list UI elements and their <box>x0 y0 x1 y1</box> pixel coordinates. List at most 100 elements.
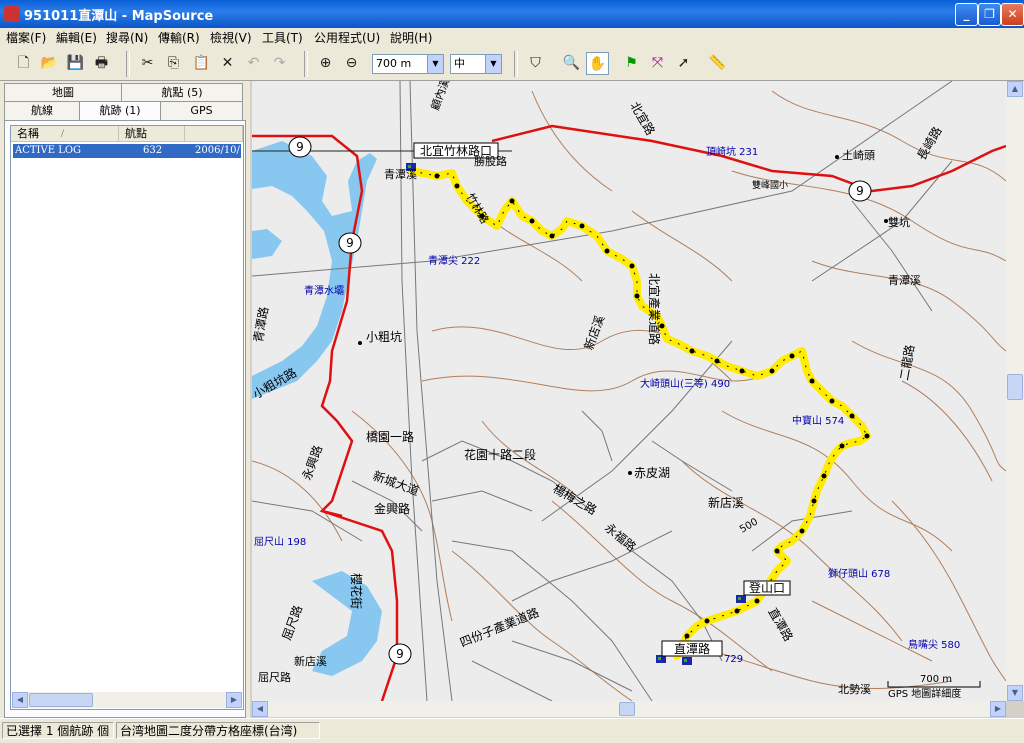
label-place: 土崎頭 <box>842 148 875 162</box>
menu-tools[interactable]: 工具(T) <box>262 29 303 46</box>
route-shield-9: 9 <box>346 236 354 250</box>
list-scroll-thumb[interactable] <box>29 693 93 707</box>
label-place: 赤皮湖 <box>634 465 670 480</box>
sort-arrow-icon: ∕ <box>61 129 65 139</box>
scroll-down-icon[interactable]: ▼ <box>1007 685 1023 701</box>
undo-icon[interactable]: ↶ <box>242 52 265 75</box>
label-school: 雙峰國小 <box>752 179 788 191</box>
chevron-down-icon[interactable]: ▼ <box>485 55 501 73</box>
open-folder-icon[interactable]: 📂 <box>38 52 61 75</box>
menu-utilities[interactable]: 公用程式(U) <box>314 29 380 46</box>
label-river: 北勢溪 <box>838 682 871 696</box>
label-peak: 獅仔頭山 678 <box>828 567 890 580</box>
menu-file[interactable]: 檔案(F) <box>6 29 46 46</box>
place-markers <box>358 155 888 475</box>
new-file-icon[interactable]: 🗋 <box>12 52 35 75</box>
label-road: 花園十路二段 <box>464 447 536 462</box>
boxed-labels: 北宜竹林路口 登山口 直潭路 <box>413 142 791 657</box>
tab-tracks[interactable]: 航跡 (1) <box>79 101 161 121</box>
track-name: ACTIVE LOG <box>15 145 82 156</box>
scroll-up-icon[interactable]: ▲ <box>1007 81 1023 97</box>
delete-icon[interactable]: ✕ <box>216 52 239 75</box>
zoom-out-icon[interactable]: ⊖ <box>340 52 363 75</box>
ruler-icon[interactable]: 📏 <box>706 52 729 75</box>
list-horizontal-scrollbar[interactable]: ◀ ▶ <box>12 692 242 708</box>
mapsource-app-icon <box>4 6 20 22</box>
detail-level-select[interactable]: 中 ▼ <box>450 54 502 74</box>
label-peak: 中寶山 574 <box>792 414 844 427</box>
tab-maps[interactable]: 地圖 <box>4 83 122 103</box>
label-contour: 500 <box>738 517 760 536</box>
zoom-tool-icon[interactable]: 🔍 <box>560 52 583 75</box>
label-peak: 大崎頭山(三等) 490 <box>640 377 730 390</box>
toolbar: 🗋 📂 💾 🖶 ✂ ⎘ 📋 ✕ ↶ ↷ ⊕ ⊖ 700 m ▼ 中 ▼ ⛉ 🔍 … <box>0 48 1024 81</box>
close-button[interactable]: ✕ <box>1001 3 1024 26</box>
map-horizontal-scrollbar[interactable]: ◀ ▶ <box>252 701 1006 717</box>
cut-icon[interactable]: ✂ <box>136 52 159 75</box>
chevron-down-icon[interactable]: ▼ <box>427 55 443 73</box>
label-road: 楊梅之路 <box>551 481 600 518</box>
map-view[interactable]: 9 9 9 9 北宜竹林路口 登山口 直潭路 青潭溪 竹林路 勝股路 青潭尖 2… <box>252 81 1006 701</box>
map-select-icon[interactable]: ⛉ <box>524 52 547 75</box>
column-header-name[interactable]: 名稱 ∕ <box>11 126 119 142</box>
route-shield-9: 9 <box>856 184 864 198</box>
label-peak: 729 <box>724 654 743 665</box>
label-road: 勝股路 <box>474 154 507 168</box>
route-tool-icon[interactable]: ⤧ <box>646 52 669 75</box>
menu-transfer[interactable]: 傳輸(R) <box>158 29 200 46</box>
map-canvas[interactable]: 9 9 9 9 北宜竹林路口 登山口 直潭路 青潭溪 竹林路 勝股路 青潭尖 2… <box>252 81 1006 701</box>
tab-gps[interactable]: GPS <box>160 101 243 121</box>
table-row[interactable]: ACTIVE LOG 632 2006/10/ <box>13 144 241 158</box>
column-header-date[interactable] <box>185 126 243 142</box>
waypoint-flag-icon[interactable]: ⚑ <box>620 52 643 75</box>
label-road: 新城大道 <box>371 468 421 499</box>
column-header-points[interactable]: 航點 <box>119 126 185 142</box>
map-vertical-scrollbar[interactable]: ▲ ▼ <box>1006 81 1024 701</box>
waypoint-flag-icons[interactable] <box>406 163 746 665</box>
label-river: 新店溪 <box>708 495 744 510</box>
minimize-button[interactable]: _ <box>955 3 978 26</box>
track-points <box>434 173 870 639</box>
map-hscroll-thumb[interactable] <box>619 702 635 716</box>
track-point-count: 632 <box>143 145 163 156</box>
scroll-right-icon[interactable]: ▶ <box>226 692 242 708</box>
label-place: 小粗坑 <box>366 329 402 344</box>
label-road: 青潭路 <box>252 305 271 343</box>
save-icon[interactable]: 💾 <box>64 52 87 75</box>
redo-icon[interactable]: ↷ <box>268 52 291 75</box>
label-trailhead: 登山口 <box>749 580 785 595</box>
paste-icon[interactable]: 📋 <box>190 52 213 75</box>
menu-edit[interactable]: 編輯(E) <box>56 29 97 46</box>
label-zhitan-road: 直潭路 <box>674 641 710 656</box>
route-shield-9: 9 <box>296 140 304 154</box>
menu-help[interactable]: 說明(H) <box>390 29 432 46</box>
label-river: 新店溪 <box>294 654 327 668</box>
zoom-in-icon[interactable]: ⊕ <box>314 52 337 75</box>
status-bar: 已選擇 1 個航跡 個 台湾地圖二度分帶方格座標(台湾) <box>0 718 1024 743</box>
copy-icon[interactable]: ⎘ <box>162 52 185 75</box>
zoom-scale-select[interactable]: 700 m ▼ <box>372 54 444 74</box>
label-road: 北宜產業道路 <box>647 273 662 345</box>
map-vscroll-thumb[interactable] <box>1007 374 1023 400</box>
tab-routes[interactable]: 航線 <box>4 101 80 121</box>
column-label-name: 名稱 <box>17 127 39 140</box>
label-road: 永興路 <box>299 443 325 482</box>
route-shield-9: 9 <box>396 647 404 661</box>
pointer-icon[interactable]: ➚ <box>672 52 695 75</box>
label-road: 北宜路 <box>627 99 658 138</box>
menu-search[interactable]: 搜尋(N) <box>106 29 148 46</box>
print-icon[interactable]: 🖶 <box>90 52 113 75</box>
scroll-left-icon[interactable]: ◀ <box>252 701 268 717</box>
menu-view[interactable]: 檢視(V) <box>210 29 252 46</box>
hand-tool-icon[interactable]: ✋ <box>586 52 609 75</box>
river-branch <box>252 229 282 259</box>
scroll-right-icon[interactable]: ▶ <box>990 701 1006 717</box>
tab-waypoints[interactable]: 航點 (5) <box>121 83 243 103</box>
track-active-log[interactable] <box>408 167 871 660</box>
label-road: 屈尺路 <box>258 671 291 684</box>
track-list: 名稱 ∕ 航點 ACTIVE LOG 632 2006/10/ ◀ ▶ <box>10 125 244 710</box>
label-place: 青潭溪 <box>384 168 417 181</box>
toolbar-separator <box>514 51 518 77</box>
scroll-left-icon[interactable]: ◀ <box>12 692 28 708</box>
restore-button[interactable]: ❐ <box>978 3 1001 26</box>
